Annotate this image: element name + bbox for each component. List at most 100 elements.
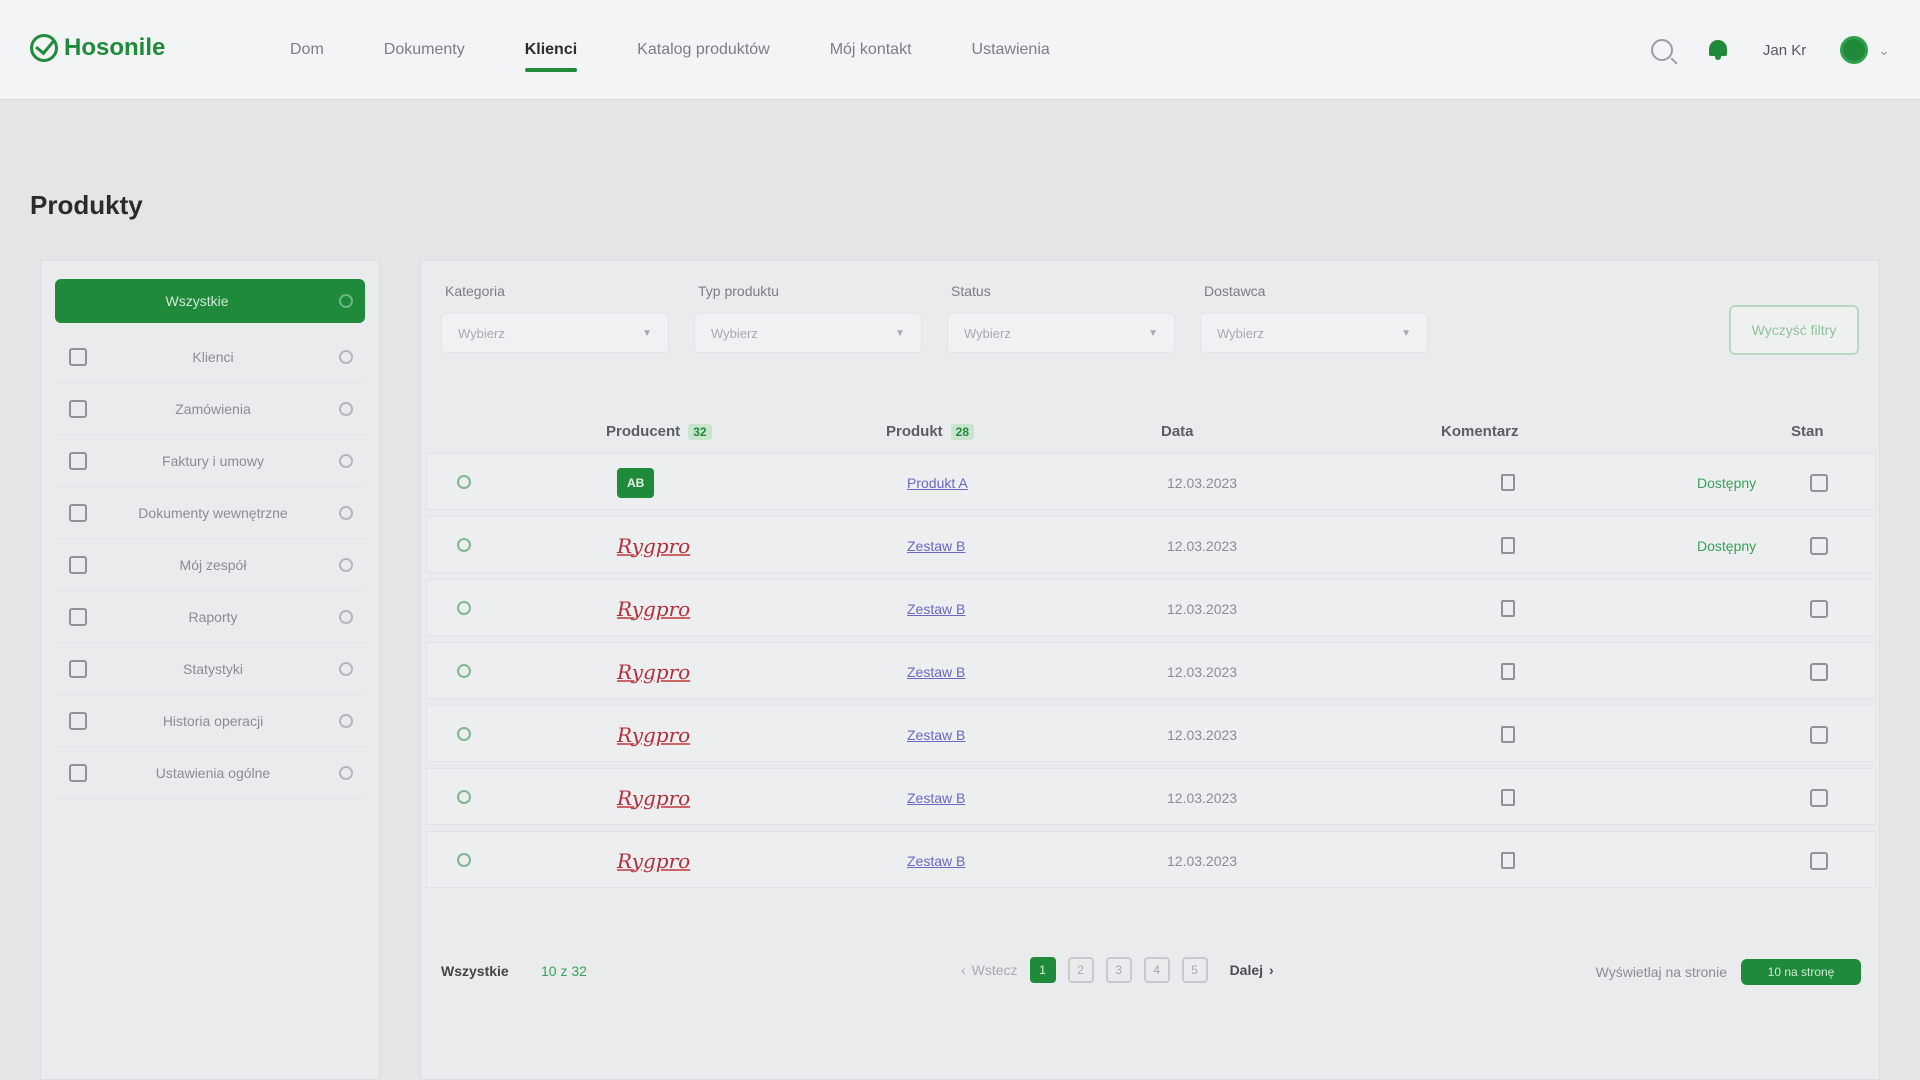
row-radio[interactable]: [457, 727, 471, 741]
row-menu-icon[interactable]: [1810, 852, 1828, 870]
category-select[interactable]: Wybierz ▼: [441, 313, 669, 353]
product-link[interactable]: Zestaw B: [907, 706, 965, 763]
row-menu-icon[interactable]: [1810, 537, 1828, 555]
row-radio[interactable]: [457, 601, 471, 615]
page-button-2[interactable]: 2: [1067, 957, 1094, 983]
chevron-left-icon: ‹: [961, 962, 966, 978]
comment-icon[interactable]: [1501, 789, 1515, 806]
chevron-down-icon: ▼: [1148, 327, 1158, 339]
column-header-product[interactable]: Produkt 28: [886, 423, 975, 440]
column-label: Stan: [1791, 423, 1824, 440]
nav-item-clients[interactable]: Klienci: [495, 0, 607, 100]
chevron-right-icon: ›: [1269, 962, 1274, 978]
column-header-company[interactable]: Producent 32: [606, 423, 712, 440]
chevron-down-icon[interactable]: ⌄: [1878, 42, 1890, 59]
product-link[interactable]: Zestaw B: [907, 580, 965, 637]
product-link[interactable]: Produkt A: [907, 454, 968, 511]
brand-logo[interactable]: Hosonile: [30, 34, 165, 62]
sidebar-item-internal-docs[interactable]: Dokumenty wewnętrzne: [55, 487, 365, 539]
product-link[interactable]: Zestaw B: [907, 643, 965, 700]
sidebar-item-label: Ustawienia ogólne: [155, 764, 271, 781]
row-radio[interactable]: [457, 853, 471, 867]
company-signature: Rygpro: [617, 848, 691, 873]
comment-icon[interactable]: [1501, 663, 1515, 680]
sidebar-item-clients[interactable]: Klienci: [55, 331, 365, 383]
product-link[interactable]: Zestaw B: [907, 769, 965, 826]
sidebar-item-team[interactable]: Mój zespół: [55, 539, 365, 591]
next-label: Dalej: [1229, 962, 1264, 978]
nav-item-documents[interactable]: Dokumenty: [354, 0, 495, 100]
nav-item-contact[interactable]: Mój kontakt: [800, 0, 942, 100]
clear-filters-button[interactable]: Wyczyść filtry: [1729, 305, 1859, 355]
total-label: Wszystkie: [441, 963, 509, 979]
filter-label: Kategoria: [445, 283, 505, 299]
sidebar-item-orders[interactable]: Zamówienia: [55, 383, 365, 435]
page-button-5[interactable]: 5: [1181, 957, 1208, 983]
chevron-right-icon: [339, 294, 353, 308]
history-icon: [69, 711, 87, 730]
sidebar-item-all[interactable]: Wszystkie: [55, 279, 365, 323]
sidebar-item-invoices[interactable]: Faktury i umowy: [55, 435, 365, 487]
table-row[interactable]: Rygpro Zestaw B 12.03.2023: [426, 579, 1876, 636]
company-cell: Rygpro: [617, 580, 690, 637]
status-select[interactable]: Wybierz ▼: [947, 313, 1175, 353]
table-row[interactable]: Rygpro Zestaw B 12.03.2023: [426, 642, 1876, 699]
row-menu-icon[interactable]: [1810, 789, 1828, 807]
comment-icon[interactable]: [1501, 474, 1515, 491]
row-radio[interactable]: [457, 538, 471, 552]
chevron-right-icon: [339, 349, 353, 364]
comment-icon[interactable]: [1501, 726, 1515, 743]
page-button-4[interactable]: 4: [1143, 957, 1170, 983]
product-link[interactable]: Zestaw B: [907, 832, 965, 889]
row-radio[interactable]: [457, 790, 471, 804]
user-name[interactable]: Jan Kr: [1763, 42, 1806, 59]
notification-bell-icon[interactable]: [1707, 38, 1729, 62]
next-page-button[interactable]: Dalej ›: [1230, 962, 1274, 978]
comment-icon[interactable]: [1501, 600, 1515, 617]
column-label: Producent: [606, 423, 681, 440]
chevron-down-icon: ▼: [642, 327, 652, 339]
status-badge: Dostępny: [1697, 474, 1757, 491]
sidebar: Wszystkie Klienci Zamówienia Faktury i u…: [40, 260, 380, 1080]
supplier-select[interactable]: Wybierz ▼: [1200, 313, 1428, 353]
column-header-comment[interactable]: Komentarz: [1441, 423, 1519, 440]
row-menu-icon[interactable]: [1810, 474, 1828, 492]
row-menu-icon[interactable]: [1810, 600, 1828, 618]
avatar[interactable]: [1840, 36, 1869, 64]
nav-label: Dom: [290, 41, 324, 58]
row-radio[interactable]: [457, 475, 471, 489]
column-header-status[interactable]: Stan: [1791, 423, 1824, 440]
search-icon[interactable]: [1650, 39, 1673, 61]
per-page-select[interactable]: 10 na stronę: [1741, 959, 1861, 985]
sidebar-item-statistics[interactable]: Statystyki: [55, 643, 365, 695]
count-badge: 32: [688, 423, 712, 440]
row-radio[interactable]: [457, 664, 471, 678]
prev-label: Wstecz: [971, 962, 1018, 978]
filter-label: Dostawca: [1204, 283, 1266, 299]
comment-icon[interactable]: [1501, 852, 1515, 869]
page-button-1[interactable]: 1: [1029, 957, 1056, 983]
sidebar-item-general-settings[interactable]: Ustawienia ogólne: [55, 747, 365, 799]
nav-item-settings[interactable]: Ustawienia: [942, 0, 1080, 100]
table-header: Producent 32 Produkt 28 Data Komentarz S…: [421, 411, 1881, 451]
company-signature: Rygpro: [617, 659, 691, 684]
product-link[interactable]: Zestaw B: [907, 517, 965, 574]
comment-icon[interactable]: [1501, 537, 1515, 554]
sidebar-item-label: Statystyki: [183, 660, 243, 677]
table-row[interactable]: Rygpro Zestaw B 12.03.2023 Dostępny: [426, 516, 1876, 573]
nav-item-catalog[interactable]: Katalog produktów: [607, 0, 800, 100]
table-row[interactable]: AB Produkt A 12.03.2023 Dostępny: [426, 453, 1876, 510]
company-signature: Rygpro: [617, 722, 691, 747]
sidebar-item-reports[interactable]: Raporty: [55, 591, 365, 643]
column-header-date[interactable]: Data: [1161, 423, 1194, 440]
nav-item-home[interactable]: Dom: [260, 0, 354, 100]
row-menu-icon[interactable]: [1810, 663, 1828, 681]
table-row[interactable]: Rygpro Zestaw B 12.03.2023: [426, 831, 1876, 888]
page-button-3[interactable]: 3: [1105, 957, 1132, 983]
table-row[interactable]: Rygpro Zestaw B 12.03.2023: [426, 768, 1876, 825]
row-menu-icon[interactable]: [1810, 726, 1828, 744]
product-type-select[interactable]: Wybierz ▼: [694, 313, 922, 353]
sidebar-item-history[interactable]: Historia operacji: [55, 695, 365, 747]
table-row[interactable]: Rygpro Zestaw B 12.03.2023: [426, 705, 1876, 762]
prev-page-button[interactable]: ‹ Wstecz: [961, 962, 1018, 978]
